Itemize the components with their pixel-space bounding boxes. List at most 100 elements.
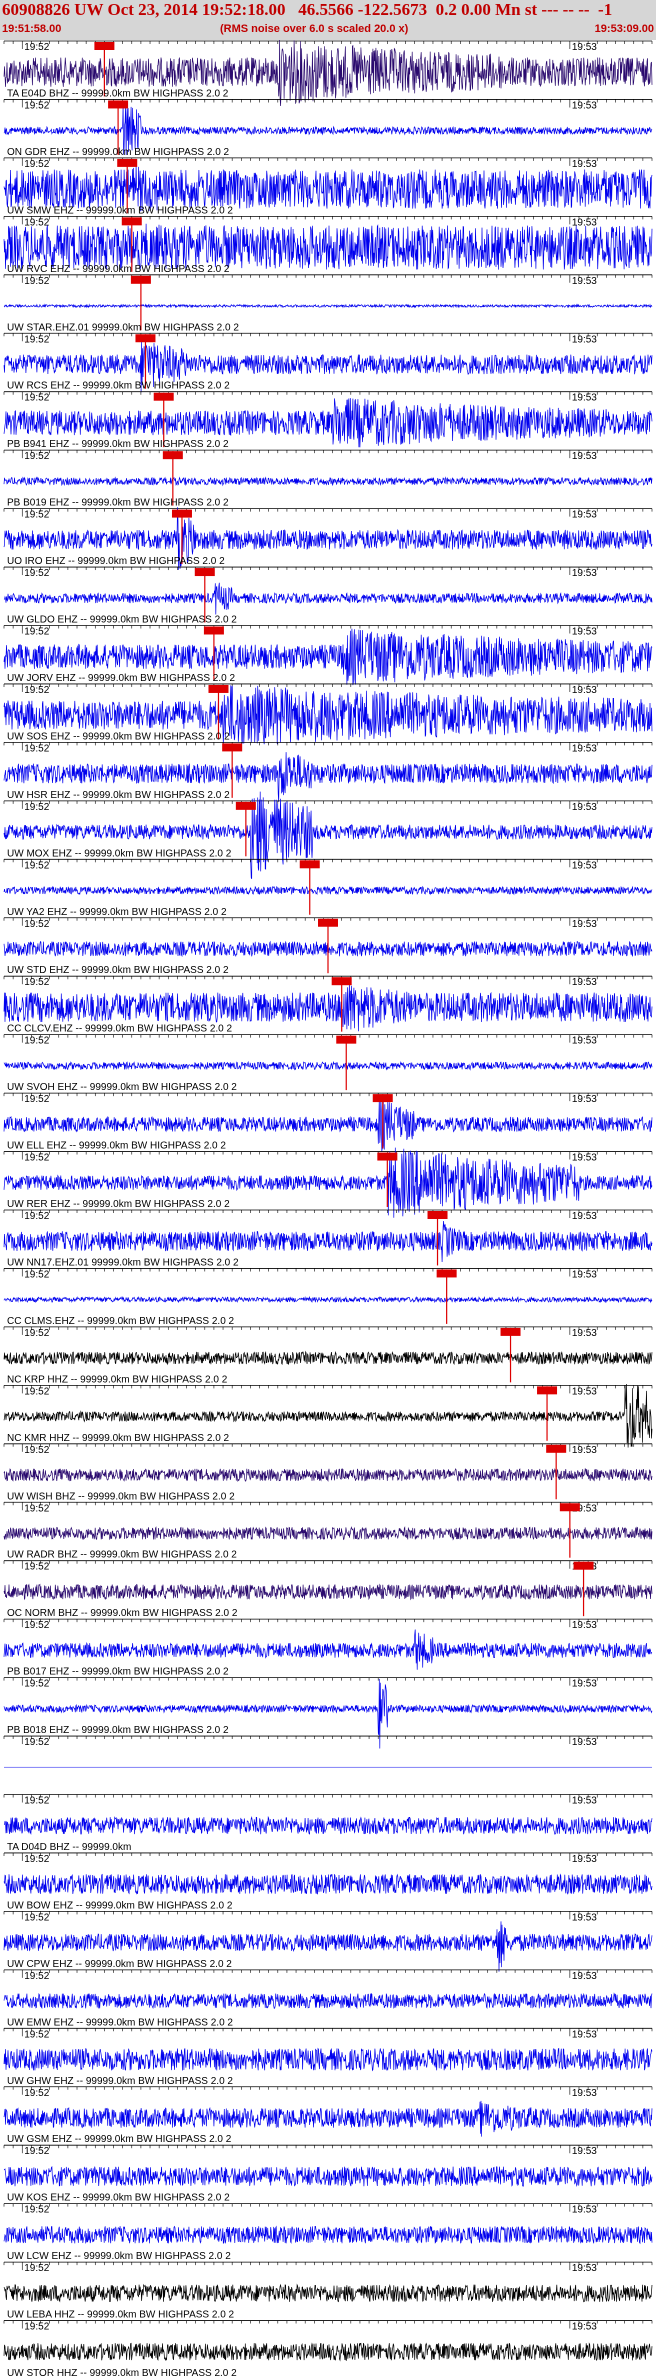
minute-tick-label: 19:52 [24, 627, 49, 638]
trace-row: 19:52 19:53 NC KRP HHZ -- 99999.0km BW HIG… [3, 1326, 653, 1385]
minute-tick-label: 19:52 [24, 1679, 49, 1690]
minute-tick-label: 19:53 [572, 2322, 597, 2333]
station-label: UW SVOH EHZ -- 99999.0km BW HIGHPASS 2.0… [7, 1082, 237, 1093]
minute-tick-label: 19:53 [572, 451, 597, 462]
pick-marker [500, 1327, 521, 1336]
minute-tick-label: 19:53 [572, 1269, 597, 1280]
minute-tick-label: 19:52 [24, 451, 49, 462]
station-label: UW LCW EHZ -- 99999.0km BW HIGHPASS 2.0 … [7, 2251, 231, 2262]
minute-tick-label: 19:52 [24, 1269, 49, 1280]
trace-row: 19:52 19:53 PB B018 EHZ -- 99999.0km BW HI… [3, 1677, 653, 1749]
minute-tick-label: 19:52 [24, 2205, 49, 2216]
station-label: UW RADR BHZ -- 99999.0km BW HIGHPASS 2.0… [7, 1550, 237, 1561]
waveform [3, 165, 653, 212]
pick-marker [162, 451, 183, 460]
trace-row: 19:52 19:53 UW KOS EHZ -- 99999.0km BW HIG… [3, 2144, 653, 2204]
minute-tick-label: 19:53 [572, 2205, 597, 2216]
minute-tick-label: 19:53 [572, 510, 597, 521]
station-label: CC CLCV.EHZ -- 99999.0km BW HIGHPASS 2.0… [7, 1024, 233, 1035]
waveform [3, 1060, 653, 1071]
station-label: UW BOW EHZ -- 99999.0km BW HIGHPASS 2.0 … [7, 1900, 233, 1911]
waveform [3, 1873, 653, 1895]
minute-tick-label: 19:52 [24, 159, 49, 170]
minute-tick-label: 19:53 [572, 276, 597, 287]
station-label: TA E04D BHZ -- 99999.0km BW HIGHPASS 2.0… [7, 88, 229, 99]
end-time: 19:53:09.00 [594, 23, 654, 35]
minute-tick-label: 19:53 [572, 217, 597, 228]
trace-row: 19:52 19:53 NC KMR HHZ -- 99999.0km BW HIG… [3, 1383, 653, 1448]
station-label: UW RVC EHZ -- 99999.0km BW HIGHPASS 2.0 … [7, 264, 230, 275]
station-label: ON GDR EHZ -- 99999.0km BW HIGHPASS 2.0 … [7, 147, 230, 158]
station-label: UW STAR.EHZ.01 99999.0km BW HIGHPASS 2.0… [7, 322, 239, 333]
waveform [3, 1220, 653, 1263]
pick-marker [94, 42, 115, 50]
station-label: UW GSM EHZ -- 99999.0km BW HIGHPASS 2.0 … [7, 2134, 232, 2145]
station-label: UW LEBA HHZ -- 99999.0km BW HIGHPASS 2.0… [7, 2310, 235, 2321]
station-label: NC KMR HHZ -- 99999.0km BW HIGHPASS 2.0 … [7, 1433, 230, 1444]
minute-tick-label: 19:52 [24, 2263, 49, 2274]
station-label: UW YA2 EHZ -- 99999.0km BW HIGHPASS 2.0 … [7, 907, 227, 918]
pick-marker [121, 217, 142, 226]
trace-row: 19:52 19:53 [3, 1735, 653, 1768]
minute-tick-label: 19:52 [24, 1854, 49, 1865]
station-label: PB B019 EHZ -- 99999.0km BW HIGHPASS 2.0… [7, 498, 229, 509]
minute-tick-label: 19:52 [24, 568, 49, 579]
pick-marker [135, 334, 156, 343]
station-label: PB B017 EHZ -- 99999.0km BW HIGHPASS 2.0… [7, 1667, 229, 1678]
station-label: UW RER EHZ -- 99999.0km BW HIGHPASS 2.0 … [7, 1199, 230, 1210]
waveform [3, 2283, 653, 2303]
minute-tick-label: 19:53 [572, 1854, 597, 1865]
minute-tick-label: 19:53 [572, 334, 597, 345]
minute-tick-label: 19:52 [24, 1620, 49, 1631]
waveform [3, 1526, 653, 1541]
trace-row: 19:52 19:53 UW LEBA HHZ -- 99999.0km BW HI… [3, 2261, 653, 2321]
trace-row: 19:5219:53OC NORM BHZ -- 99999.0km BW HI… [3, 1560, 653, 1619]
trace-row: 19:52 19:53 UW ELL EHZ -- 99999.0km BW HIG… [3, 1092, 653, 1152]
station-label: UW GHW EHZ -- 99999.0km BW HIGHPASS 2.0 … [7, 2076, 233, 2087]
minute-tick-label: 19:53 [572, 2029, 597, 2040]
minute-tick-label: 19:52 [24, 1036, 49, 1047]
pick-marker [377, 1152, 398, 1161]
minute-tick-label: 19:52 [24, 743, 49, 754]
trace-row: 19:52 19:53 UW JORV EHZ -- 99999.0km BW HI… [3, 625, 653, 686]
waveform [3, 1678, 653, 1749]
minute-tick-label: 19:53 [572, 1328, 597, 1339]
minute-tick-label: 19:52 [24, 977, 49, 988]
station-label: UW EMW EHZ -- 99999.0km BW HIGHPASS 2.0 … [7, 2017, 233, 2028]
waveform [3, 1350, 653, 1366]
minute-tick-label: 19:53 [572, 393, 597, 404]
station-label: UO IRO EHZ -- 99999.0km BW HIGHPASS 2.0 … [7, 556, 225, 567]
minute-tick-label: 19:52 [24, 919, 49, 930]
station-label: UW KOS EHZ -- 99999.0km BW HIGHPASS 2.0 … [7, 2193, 230, 2204]
minute-tick-label: 19:52 [24, 1737, 49, 1748]
minute-tick-label: 19:52 [24, 1153, 49, 1164]
minute-tick-label: 19:53 [572, 860, 597, 871]
minute-tick-label: 19:53 [572, 568, 597, 579]
minute-tick-label: 19:53 [572, 1971, 597, 1982]
trace-row: 19:52 19:53 UW HSR EHZ -- 99999.0km BW HIG… [3, 742, 653, 802]
station-label: UW WISH BHZ -- 99999.0km BW HIGHPASS 2.0… [7, 1491, 235, 1502]
minute-tick-label: 19:53 [572, 42, 597, 53]
pick-marker [537, 1386, 558, 1395]
trace-row: 19:52 19:53 UW GLDO EHZ -- 99999.0km BW HI… [3, 566, 653, 626]
pick-marker [318, 918, 338, 927]
pick-marker [436, 1269, 457, 1278]
waveform [3, 1815, 653, 1835]
waveform [3, 791, 653, 880]
station-label: UW MOX EHZ -- 99999.0km BW HIGHPASS 2.0 … [7, 848, 232, 859]
minute-tick-label: 19:53 [572, 1445, 597, 1456]
station-label: CC CLMS.EHZ -- 99999.0km BW HIGHPASS 2.0… [7, 1316, 235, 1327]
pick-marker [171, 509, 192, 518]
trace-row: 19:52 19:53 UW MOX EHZ -- 99999.0km BW HIG… [3, 791, 653, 880]
minute-tick-label: 19:53 [572, 1036, 597, 1047]
station-label: UW GLDO EHZ -- 99999.0km BW HIGHPASS 2.0… [7, 615, 237, 626]
trace-row: 19:52 19:53 UW GHW EHZ -- 99999.0km BW HIG… [3, 2027, 653, 2087]
minute-tick-label: 19:53 [572, 1386, 597, 1397]
waveform [3, 476, 653, 487]
minute-tick-label: 19:52 [24, 685, 49, 696]
pick-marker [153, 392, 174, 401]
trace-row: 19:52 19:53 UW RER EHZ -- 99999.0km BW HIG… [3, 1147, 653, 1218]
minute-tick-label: 19:52 [24, 1094, 49, 1105]
station-label: NC KRP HHZ -- 99999.0km BW HIGHPASS 2.0 … [7, 1374, 228, 1385]
minute-tick-label: 19:53 [572, 159, 597, 170]
